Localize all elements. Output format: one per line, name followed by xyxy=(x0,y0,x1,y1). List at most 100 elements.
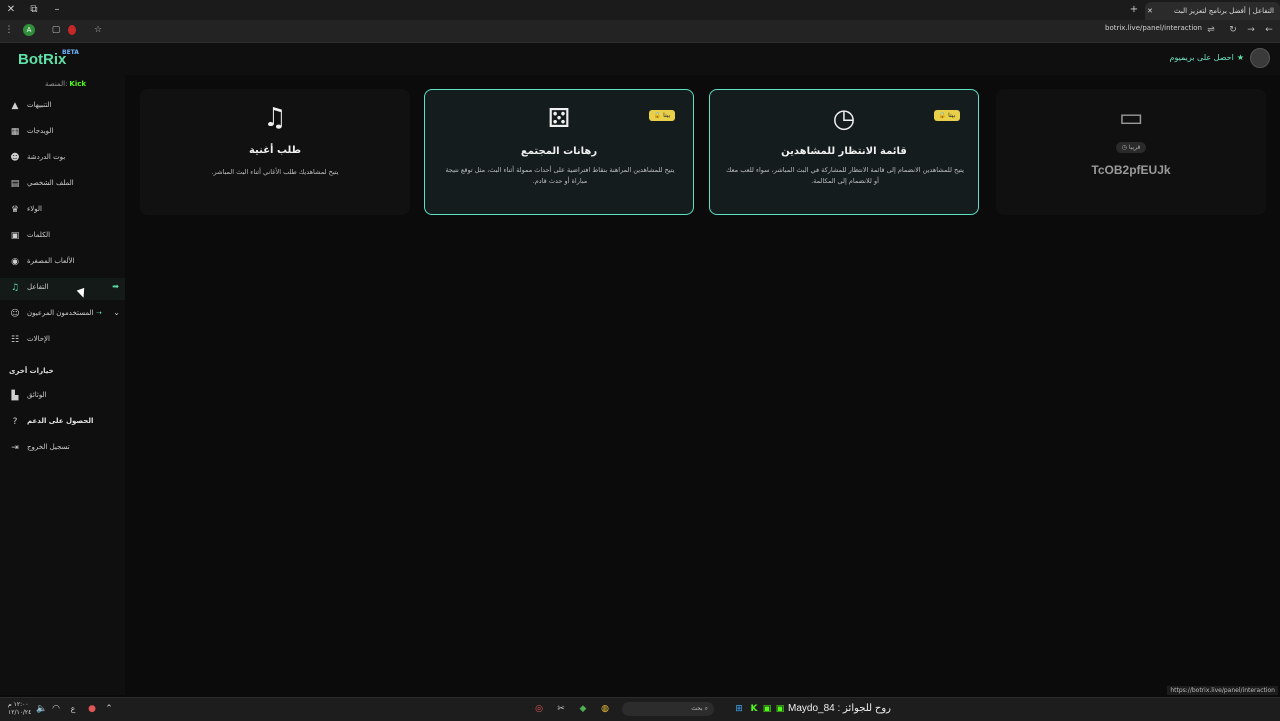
platform-label: المنصة: xyxy=(45,80,68,88)
platform-name: Kick xyxy=(69,80,87,88)
minimize-window-icon[interactable]: – xyxy=(50,3,64,17)
chrome-icon[interactable]: ◍ xyxy=(599,703,611,715)
ticket-icon: ▭ xyxy=(1118,103,1144,133)
trophy-icon: ♛ xyxy=(10,205,20,215)
search-label: بحث xyxy=(691,705,703,712)
bookmark-star-icon[interactable]: ☆ xyxy=(92,24,104,36)
taskbar-window-title[interactable]: روح للجوائز : Maydo_84 xyxy=(788,703,891,714)
sidebar-item-loyalty[interactable]: ♛ الولاء xyxy=(0,200,125,222)
taskbar-search[interactable]: بحث ⌕ xyxy=(622,702,714,716)
new-tab-icon[interactable]: + xyxy=(1127,3,1141,17)
wifi-icon[interactable]: ◠ xyxy=(50,703,62,715)
music-icon: ♫ xyxy=(263,103,287,133)
sidebar-item-label: التفاعل xyxy=(27,283,49,291)
clock[interactable]: ١٢:٠٠ م ١٢/١٠/٢٤ xyxy=(8,701,31,717)
active-arrow-icon: ➡ xyxy=(112,282,119,291)
sidebar-item-users[interactable]: ☺ المستخدمون المرعيون ➝ ⌄ xyxy=(0,304,125,326)
sidebar-item-label: بوت الدردشة xyxy=(27,153,66,161)
card-viewer-queue[interactable]: 🔒 بيتا ◷ قائمة الانتظار للمشاهدين يتيح ل… xyxy=(709,89,979,215)
sidebar-item-minigames[interactable]: ◉ الألعاب المصغرة xyxy=(0,252,125,274)
sidebar-item-widgets[interactable]: ▦ الويدجات xyxy=(0,122,125,144)
site-settings-icon[interactable]: ⇌ xyxy=(1205,24,1217,36)
sidebar-item-alerts[interactable]: ▲ التنبيهات xyxy=(0,96,125,118)
card-code: TcOB2pfEUJk xyxy=(1091,163,1171,177)
premium-star-icon: ★ xyxy=(1236,53,1244,62)
card-title: رهانات المجتمع xyxy=(520,146,598,157)
help-icon: ? xyxy=(12,417,18,427)
close-window-icon[interactable]: ✕ xyxy=(4,3,18,17)
app-icon-game[interactable]: ◆ xyxy=(577,703,589,715)
gamepad-icon: ◉ xyxy=(11,257,19,267)
forward-icon[interactable]: → xyxy=(1245,24,1257,36)
botrix-logo[interactable]: BotRix xyxy=(18,51,66,68)
sidebar-item-label: تسجيل الخروج xyxy=(27,443,70,451)
card-description: يتيح للمشاهدين الانضمام إلى قائمة الانتظ… xyxy=(726,166,964,185)
kick-icon[interactable]: K xyxy=(748,703,760,715)
sidebar-item-label: الكلمات xyxy=(27,231,51,239)
browser-tab-bar: ✕ ⧉ – + ✕ التفاعل | أفضل برنامج لتعزيز ا… xyxy=(0,0,1280,20)
sidebar-item-label: الإحالات xyxy=(27,335,50,343)
url-text[interactable]: botrix.live/panel/interaction xyxy=(1105,24,1202,32)
card-description: يتيح لمشاهديك طلب الأغاني أثناء البث الم… xyxy=(211,168,339,176)
arrow-mini-icon: ➝ xyxy=(96,309,102,317)
kick-icon-2[interactable]: ▣ xyxy=(761,703,773,715)
alert-icon: ▲ xyxy=(11,101,19,111)
app-header: BotRix BETA ★احصل على بريميوم xyxy=(0,43,1280,75)
reload-icon[interactable]: ↻ xyxy=(1227,24,1239,36)
chevron-down-icon[interactable]: ⌄ xyxy=(113,308,120,317)
app-icon-capcut[interactable]: ✂ xyxy=(555,703,567,715)
volume-icon[interactable]: 🔈 xyxy=(36,703,48,715)
clock-icon: ◷ xyxy=(832,104,856,134)
kick-icon-3[interactable]: ▣ xyxy=(774,703,786,715)
sidebar-item-support[interactable]: ? الحصول على الدعم xyxy=(0,412,125,434)
premium-label: احصل على بريميوم xyxy=(1169,53,1234,62)
menu-dots-icon[interactable]: ⋮ xyxy=(3,24,15,36)
profile-icon[interactable]: A xyxy=(23,24,35,36)
tab-close-icon[interactable]: ✕ xyxy=(1147,2,1153,20)
referral-icon: ☷ xyxy=(10,335,20,345)
tab-title: التفاعل | أفضل برنامج لتعزيز البث xyxy=(1173,7,1274,15)
premium-link[interactable]: ★احصل على بريميوم xyxy=(1169,53,1244,62)
sidebar-item-words[interactable]: ▣ الكلمات xyxy=(0,226,125,248)
users-icon: ☺ xyxy=(10,309,20,319)
sidebar-item-chatbot[interactable]: ☻ بوت الدردشة xyxy=(0,148,125,170)
sidebar-item-referrals[interactable]: ☷ الإحالات xyxy=(0,330,125,352)
chevron-up-icon[interactable]: ⌃ xyxy=(103,703,115,715)
sidebar-item-label: الوثائق xyxy=(27,391,47,399)
id-card-icon: ▤ xyxy=(10,179,20,189)
browser-tab[interactable]: ✕ التفاعل | أفضل برنامج لتعزيز البث xyxy=(1145,2,1280,20)
chip-text: قريبا xyxy=(1128,144,1141,151)
sidebar: المنصة: Kick ▲ التنبيهات ▦ الويدجات ☻ بوت… xyxy=(0,75,125,695)
sidebar-item-label: الألعاب المصغرة xyxy=(27,257,75,265)
sidebar-item-label: التنبيهات xyxy=(27,101,52,109)
microphone-icon[interactable]: ● xyxy=(86,703,98,715)
card-title: طلب أغنية xyxy=(248,145,302,156)
sidebar-item-profile[interactable]: ▤ الملف الشخصي xyxy=(0,174,125,196)
logout-icon: ⇥ xyxy=(11,443,19,453)
robot-icon: ☻ xyxy=(10,153,20,163)
sidebar-item-docs[interactable]: ▙ الوثائق xyxy=(0,386,125,408)
app-icon-red[interactable]: ◎ xyxy=(533,703,545,715)
record-icon[interactable] xyxy=(68,25,76,35)
square-icon: ▣ xyxy=(10,231,20,241)
restore-window-icon[interactable]: ⧉ xyxy=(27,3,41,17)
card-title: قائمة الانتظار للمشاهدين xyxy=(781,146,907,157)
section-other-options: خيارات أخرى xyxy=(9,367,54,375)
music-icon: ♫ xyxy=(10,283,20,293)
sidebar-item-label: المستخدمون المرعيون xyxy=(27,309,94,317)
platform-indicator[interactable]: المنصة: Kick xyxy=(45,80,86,88)
extensions-icon[interactable]: ▢ xyxy=(50,24,62,36)
beta-label: BETA xyxy=(62,49,79,56)
language-indicator[interactable]: ع xyxy=(67,703,79,715)
sidebar-item-interaction[interactable]: ♫ التفاعل ➡ xyxy=(0,278,125,300)
windows-start-icon[interactable]: ⊞ xyxy=(733,703,745,715)
card-song-request[interactable]: ♫ طلب أغنية يتيح لمشاهديك طلب الأغاني أث… xyxy=(140,89,410,215)
sidebar-item-logout[interactable]: ⇥ تسجيل الخروج xyxy=(0,438,125,460)
address-bar: ⋮ A ▢ ☆ botrix.live/panel/interaction ⇌ … xyxy=(0,20,1280,43)
card-description: يتيح للمشاهدين المراهنة بنقاط افتراضية ع… xyxy=(445,166,675,185)
coming-soon-chip: ◷ قريبا xyxy=(1116,142,1146,153)
date-text: ١٢/١٠/٢٤ xyxy=(8,709,32,716)
card-community-bets[interactable]: 🔒 بيتا ⚄ رهانات المجتمع يتيح للمشاهدين ا… xyxy=(424,89,694,215)
back-icon[interactable]: ← xyxy=(1263,24,1275,36)
user-avatar[interactable] xyxy=(1250,48,1270,68)
